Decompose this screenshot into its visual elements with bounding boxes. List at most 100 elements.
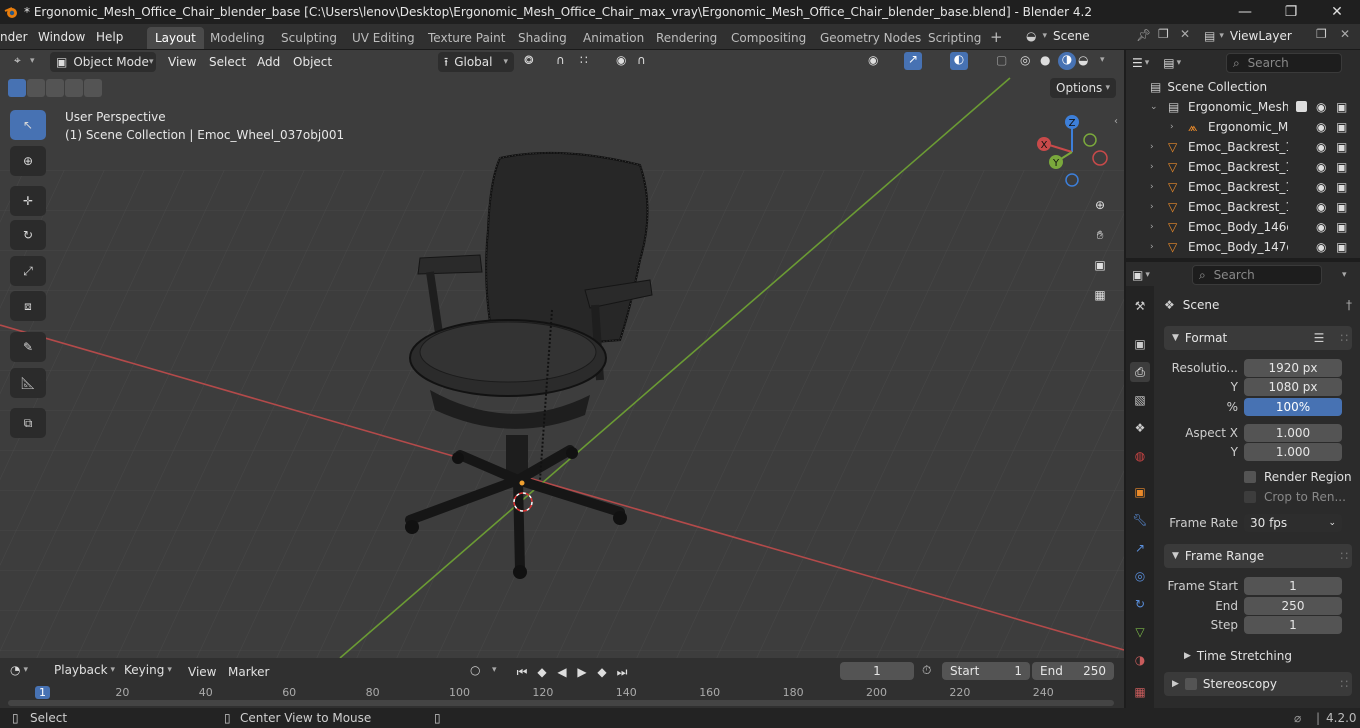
gizmo-toggle-icon[interactable]: ↗: [904, 52, 922, 70]
pivot-point-icon[interactable]: ⭗: [524, 53, 534, 68]
world-tab[interactable]: ◍: [1130, 446, 1150, 466]
tab-sculpting[interactable]: Sculpting: [273, 27, 345, 49]
render-region-checkbox[interactable]: Render Region: [1244, 470, 1352, 484]
scene-tab[interactable]: ❖: [1130, 418, 1150, 438]
display-mode-icon[interactable]: ▤: [1163, 56, 1174, 70]
select-new-icon[interactable]: [8, 79, 26, 97]
properties-search-input[interactable]: ⌕ Search: [1192, 265, 1322, 285]
frame-rate-select[interactable]: 30 fps ⌄: [1244, 514, 1342, 532]
mode-selector[interactable]: ▣ Object Mode ▾: [50, 52, 156, 72]
transform-tool[interactable]: ⧈: [10, 291, 46, 321]
checkbox-icon[interactable]: [1296, 101, 1307, 112]
tab-uv-editing[interactable]: UV Editing: [344, 27, 423, 49]
timeline-scrollbar[interactable]: [8, 700, 1114, 706]
props-options-dropdown-icon[interactable]: ▾: [1342, 270, 1347, 280]
eye-icon[interactable]: ◉: [1316, 180, 1326, 194]
ortho-toggle-button[interactable]: ▦: [1087, 282, 1113, 308]
proportional-edit-icon[interactable]: ◉: [616, 53, 626, 67]
properties-editor-icon[interactable]: ▣: [1132, 268, 1143, 282]
pin-scene-icon[interactable]: 📌︎: [1136, 28, 1151, 42]
frame-range-panel-header[interactable]: ▼ Frame Range ∷: [1164, 544, 1352, 568]
view-layer-selector[interactable]: ▤ ▾ ViewLayer: [1204, 26, 1314, 46]
expand-arrow-icon[interactable]: ›: [1150, 162, 1154, 172]
tab-scripting[interactable]: Scripting: [920, 27, 989, 49]
frame-end-field[interactable]: 250: [1244, 597, 1342, 615]
tab-texture-paint[interactable]: Texture Paint: [420, 27, 513, 49]
select-box-tool[interactable]: ↖: [10, 110, 46, 140]
texture-tab[interactable]: ▦: [1130, 682, 1150, 702]
outliner-item[interactable]: › ▽ Emoc_Backrest_14 ◉ ▣: [1126, 177, 1360, 197]
tool-tab[interactable]: ⚒: [1130, 296, 1150, 316]
cursor-tool[interactable]: ⊕: [10, 146, 46, 176]
select-intersect-icon[interactable]: [84, 79, 102, 97]
outliner-root[interactable]: ▤ Scene Collection: [1126, 77, 1360, 97]
tab-shading[interactable]: Shading: [510, 27, 575, 49]
maximize-button[interactable]: ❐: [1268, 0, 1314, 24]
annotate-tool[interactable]: ✎: [10, 332, 46, 362]
select-subtract-icon[interactable]: [46, 79, 64, 97]
eye-icon[interactable]: ◉: [1316, 100, 1326, 114]
select-invert-icon[interactable]: [65, 79, 83, 97]
eye-icon[interactable]: ◉: [1316, 200, 1326, 214]
stereoscopy-check-icon[interactable]: [1184, 678, 1197, 690]
material-tab[interactable]: ◑: [1130, 650, 1150, 670]
xray-toggle-icon[interactable]: ▢: [996, 53, 1007, 67]
options-button[interactable]: Options ▾: [1050, 78, 1116, 98]
transform-orientation[interactable]: ⭱ Global ▾: [438, 52, 514, 72]
tab-compositing[interactable]: Compositing: [723, 27, 814, 49]
editor-type-button[interactable]: ⌖ ▾: [10, 52, 44, 72]
modifier-tab[interactable]: 🔧︎: [1130, 510, 1150, 530]
sidebar-toggle-icon[interactable]: ‹: [1114, 116, 1118, 127]
camera-render-icon[interactable]: ▣: [1336, 140, 1347, 154]
resolution-percent-field[interactable]: 100%: [1244, 398, 1342, 416]
properties-editor-dropdown-icon[interactable]: ▾: [1145, 270, 1150, 280]
particles-tab[interactable]: ↗: [1130, 538, 1150, 558]
measure-tool[interactable]: 📐︎: [10, 368, 46, 398]
tab-rendering[interactable]: Rendering: [648, 27, 725, 49]
move-tool[interactable]: ✛: [10, 186, 46, 216]
camera-render-icon[interactable]: ▣: [1336, 240, 1347, 254]
frame-range-grip-icon[interactable]: ∷: [1340, 549, 1348, 563]
outliner-editor-dropdown-icon[interactable]: ▾: [1145, 58, 1150, 68]
menu-object[interactable]: Object: [293, 55, 332, 69]
display-mode-dropdown-icon[interactable]: ▾: [1177, 58, 1182, 68]
expand-arrow-icon[interactable]: ›: [1150, 182, 1154, 192]
eye-icon[interactable]: ◉: [1316, 120, 1326, 134]
menu-select[interactable]: Select: [209, 55, 246, 69]
delete-view-layer-icon[interactable]: ✕: [1340, 27, 1350, 41]
menu-render[interactable]: nder: [0, 28, 28, 46]
camera-render-icon[interactable]: ▣: [1336, 100, 1347, 114]
rendered-shading-icon[interactable]: ◒: [1078, 53, 1088, 67]
wireframe-shading-icon[interactable]: ◎: [1020, 53, 1030, 67]
pan-button[interactable]: ✋︎: [1087, 222, 1113, 248]
expand-arrow-icon[interactable]: ›: [1150, 222, 1154, 232]
delete-scene-icon[interactable]: ✕: [1180, 27, 1190, 41]
camera-render-icon[interactable]: ▣: [1336, 160, 1347, 174]
tab-layout[interactable]: Layout: [147, 27, 204, 49]
outliner-item[interactable]: › ▽ Emoc_Backrest_14 ◉ ▣: [1126, 197, 1360, 217]
frame-step-field[interactable]: 1: [1244, 616, 1342, 634]
stereoscopy-grip-icon[interactable]: ∷: [1340, 677, 1348, 691]
pin-icon[interactable]: †: [1346, 298, 1352, 312]
expand-arrow-icon[interactable]: ›: [1150, 142, 1154, 152]
eye-icon[interactable]: ◉: [1316, 140, 1326, 154]
overlay-toggle-icon[interactable]: ◐: [950, 52, 968, 70]
eye-icon[interactable]: ◉: [1316, 220, 1326, 234]
outliner-item[interactable]: › ⩕ Ergonomic_Me ◉ ▣: [1126, 117, 1360, 137]
camera-view-button[interactable]: ▣: [1087, 252, 1113, 278]
eye-icon[interactable]: ◉: [1316, 240, 1326, 254]
frame-start-field[interactable]: 1: [1244, 577, 1342, 595]
expand-arrow-icon[interactable]: ›: [1150, 242, 1154, 252]
menu-window[interactable]: Window: [38, 28, 85, 46]
eye-icon[interactable]: ◉: [1316, 160, 1326, 174]
constraints-tab[interactable]: ↻: [1130, 594, 1150, 614]
new-view-layer-icon[interactable]: ❐: [1316, 27, 1327, 41]
tab-animation[interactable]: Animation: [575, 27, 652, 49]
crop-checkbox[interactable]: Crop to Ren...: [1244, 490, 1346, 504]
select-extend-icon[interactable]: [27, 79, 45, 97]
view-layer-tab[interactable]: ▧: [1130, 390, 1150, 410]
expand-arrow-icon[interactable]: ›: [1170, 122, 1174, 132]
scale-tool[interactable]: ⤢: [10, 256, 46, 286]
minimize-button[interactable]: —: [1222, 0, 1268, 24]
outliner-item[interactable]: › ▽ Emoc_Backrest_14 ◉ ▣: [1126, 137, 1360, 157]
